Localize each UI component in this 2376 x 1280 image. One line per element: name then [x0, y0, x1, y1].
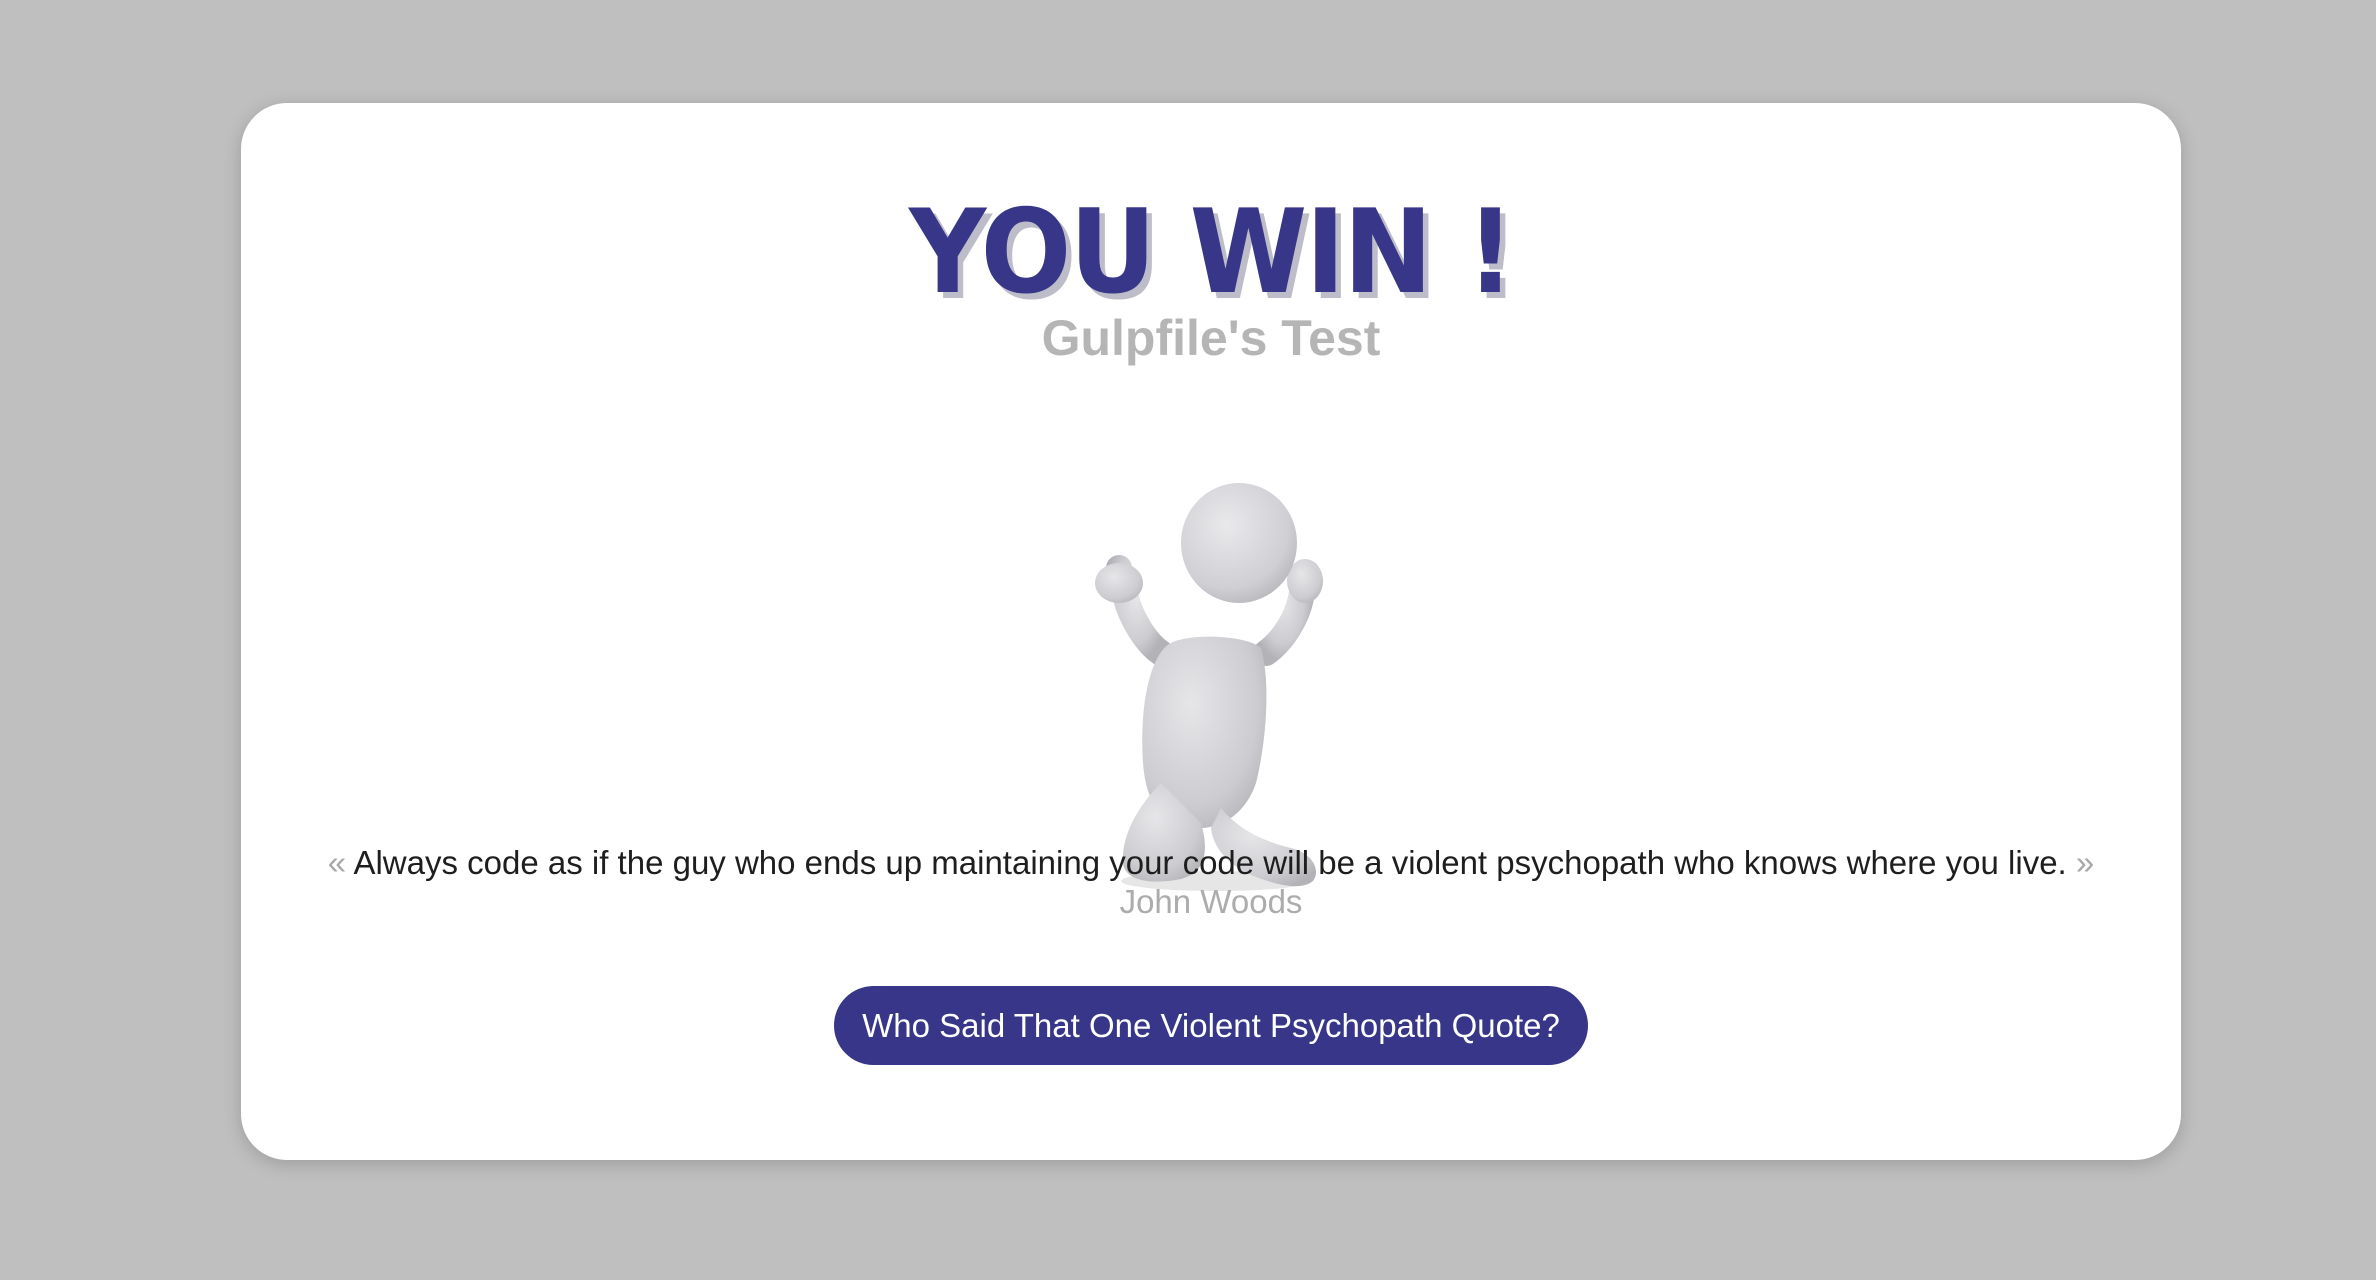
quote-author: John Woods	[1119, 883, 1303, 920]
test-subtitle: Gulpfile's Test	[1041, 310, 1381, 366]
quote-close-mark: »	[2075, 844, 2095, 881]
quote-body: Always code as if the guy who ends up ma…	[353, 844, 2067, 881]
who-said-button[interactable]: Who Said That One Violent Psychopath Quo…	[834, 986, 1588, 1065]
quote-text: « Always code as if the guy who ends up …	[241, 843, 2181, 883]
quote-open-mark: «	[327, 844, 347, 881]
kneeling-victory-figure-icon	[1095, 483, 1323, 891]
win-title: YOU WIN !	[908, 185, 1515, 320]
result-card: YOU WIN ! Gulpfile's Test « Always code …	[241, 103, 2181, 1160]
